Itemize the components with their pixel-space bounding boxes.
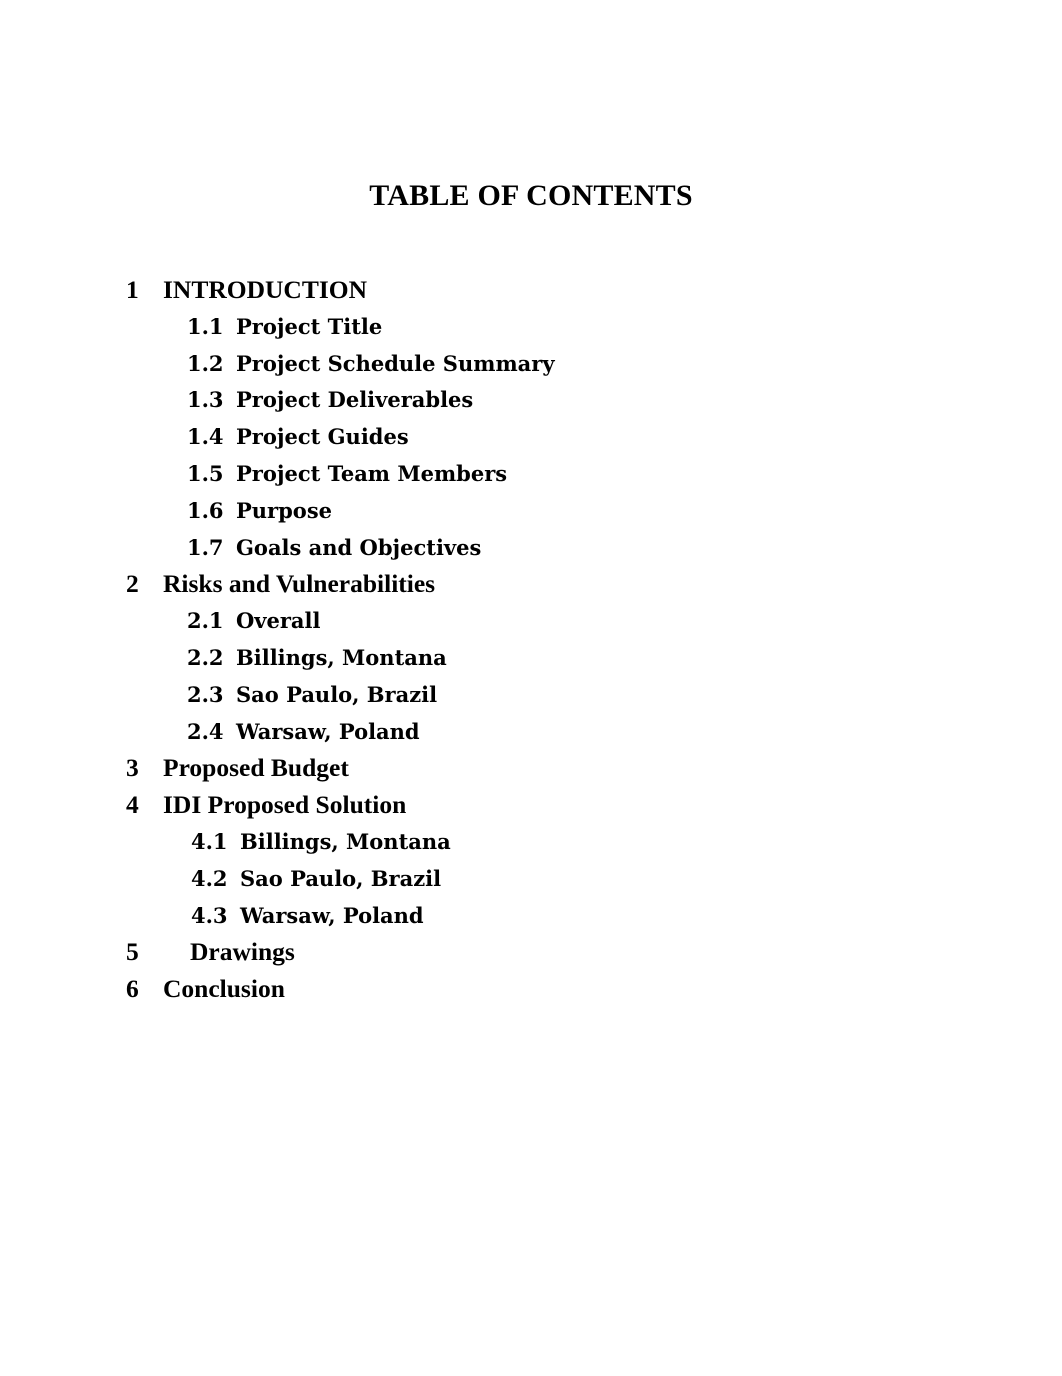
toc-entry[interactable]: 1.7 Goals and Objectives [0,530,1062,567]
toc-entry-number: 1 [126,275,139,304]
toc-entry[interactable]: 4.3 Warsaw, Poland [0,898,1062,935]
toc-entry[interactable]: 5 Drawings [0,934,1062,971]
toc-entry[interactable]: 3 Proposed Budget [0,750,1062,787]
toc-entry-label: Purpose [236,497,332,523]
toc-entry-number: 1.5 [187,460,224,486]
toc-entry[interactable]: 2.1 Overall [0,603,1062,640]
toc-entry-number: 2.4 [187,718,224,744]
toc-entry-number: 1.4 [187,424,224,450]
toc-entry-number: 2.3 [187,681,224,707]
toc-entry[interactable]: 1.3 Project Deliverables [0,382,1062,419]
toc-entry[interactable]: 1.5 Project Team Members [0,456,1062,493]
toc-entry[interactable]: 4 IDI Proposed Solution [0,787,1062,824]
toc-entry-number: 5 [126,937,139,967]
toc-entry-number: 1.3 [187,387,224,413]
toc-entry-label: Goals and Objectives [236,534,482,560]
toc-entry[interactable]: 2 Risks and Vulnerabilities [0,566,1062,603]
toc-entry[interactable]: 4.1 Billings, Montana [0,824,1062,861]
toc-entry[interactable]: 1.4 Project Guides [0,419,1062,456]
toc-entry[interactable]: 1.6 Purpose [0,493,1062,530]
toc-entry-label: Risks and Vulnerabilities [163,569,436,599]
table-of-contents: 1 INTRODUCTION 1.1 Project Title 1.2 Project … [0,272,1062,1008]
page-title: TABLE OF CONTENTS [369,179,693,212]
toc-entry-label: Project Schedule Summary [236,350,555,376]
toc-entry-number: 4.2 [191,865,228,891]
toc-entry[interactable]: 2.3 Sao Paulo, Brazil [0,677,1062,714]
toc-entry-label: Project Deliverables [236,387,474,413]
toc-entry-label: Project Title [236,313,383,339]
toc-entry-number: 4 [126,790,139,820]
toc-entry-number: 4.1 [191,828,228,854]
toc-entry-number: 3 [126,753,139,783]
toc-entry-number: 1.7 [187,534,224,560]
toc-entry-number: 4.3 [191,902,228,928]
toc-entry-number: 6 [126,974,139,1004]
toc-entry-number: 1.2 [187,350,224,376]
toc-entry-label: Billings, Montana [236,644,447,670]
toc-entry-label: Sao Paulo, Brazil [240,865,442,891]
toc-entry[interactable]: 6 Conclusion [0,971,1062,1008]
toc-entry-number: 2.2 [187,644,224,670]
toc-entry-label: Warsaw, Poland [240,902,424,928]
toc-entry-label: IDI Proposed Solution [163,790,407,820]
document-page: TABLE OF CONTENTS 1 INTRODUCTION 1.1 Projec… [0,0,1062,1376]
toc-entry-label: Project Guides [236,424,409,450]
toc-entry-label: Billings, Montana [240,828,451,854]
toc-entry-label: Sao Paulo, Brazil [236,681,438,707]
toc-entry-number: 1.1 [187,313,224,339]
toc-entry-label: INTRODUCTION [163,275,368,304]
toc-entry-label: Warsaw, Poland [236,718,420,744]
toc-entry-label: Project Team Members [236,460,508,486]
toc-entry-number: 2.1 [187,608,224,634]
toc-entry[interactable]: 1.2 Project Schedule Summary [0,346,1062,383]
toc-entry-label: Overall [236,608,321,634]
toc-entry[interactable]: 1.1 Project Title [0,309,1062,346]
toc-entry-number: 1.6 [187,497,224,523]
toc-entry-label: Proposed Budget [163,753,349,783]
toc-entry-label: Drawings [190,937,295,967]
toc-entry-label: Conclusion [163,974,285,1004]
toc-entry[interactable]: 4.2 Sao Paulo, Brazil [0,861,1062,898]
toc-entry-number: 2 [126,569,139,599]
toc-entry[interactable]: 2.4 Warsaw, Poland [0,714,1062,751]
toc-entry[interactable]: 2.2 Billings, Montana [0,640,1062,677]
toc-entry[interactable]: 1 INTRODUCTION [0,272,1062,309]
